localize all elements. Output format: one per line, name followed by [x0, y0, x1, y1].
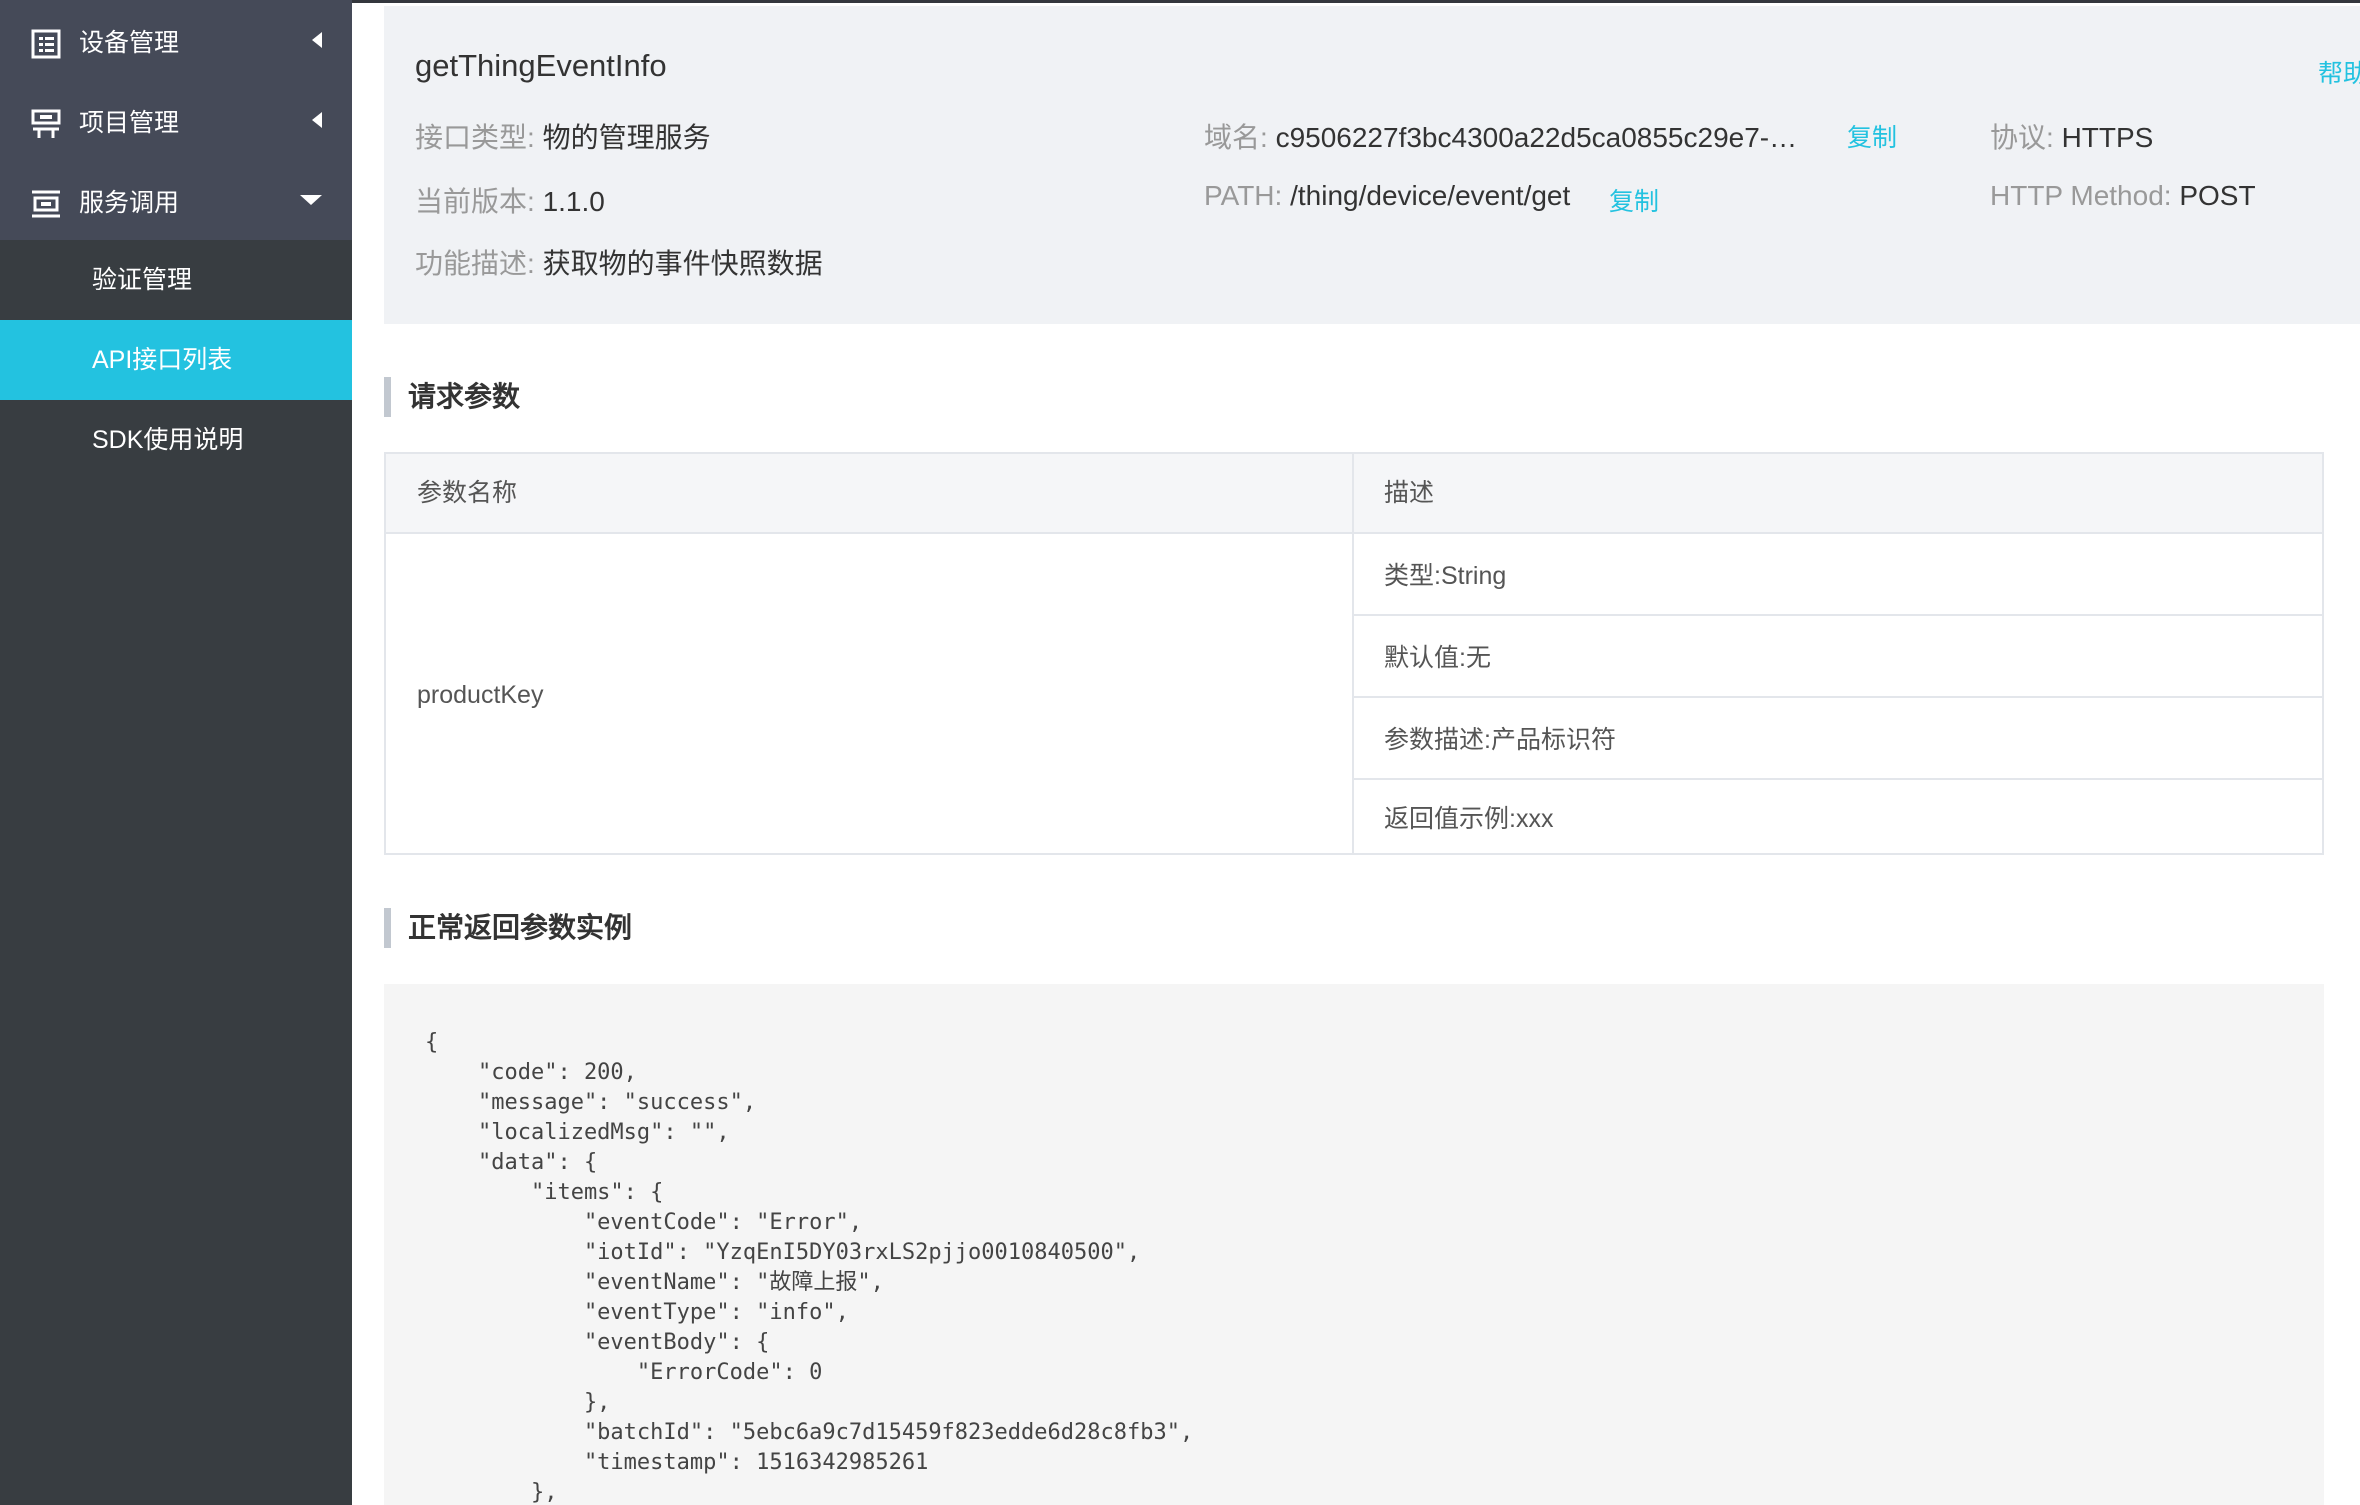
protocol-label: 协议: [1990, 122, 2054, 153]
caret-down-icon [300, 160, 322, 240]
domain-value: c9506227f3bc4300a22d5ca0855c29e7-… [1275, 122, 1798, 153]
table-header: 参数名称 描述 [386, 454, 2322, 534]
param-description: 参数描述:产品标识符 [1354, 696, 2322, 778]
sidebar-group-label: 设备管理 [79, 29, 180, 57]
column-header-param-name: 参数名称 [417, 479, 518, 507]
sidebar-item-api-list[interactable]: API接口列表 [0, 320, 352, 400]
api-info-panel: getThingEventInfo 帮助 接口类型: 物的管理服务 域名: c9… [384, 6, 2360, 324]
caret-left-icon [312, 80, 322, 160]
version-value: 1.1.0 [542, 186, 605, 217]
sidebar-item-auth-management[interactable]: 验证管理 [0, 240, 352, 320]
sidebar-group-label: 项目管理 [79, 109, 180, 137]
request-params-table: 参数名称 描述 productKey 类型:String 默认值:无 参数描述:… [384, 452, 2324, 855]
project-icon [31, 109, 61, 139]
device-list-icon [31, 29, 61, 59]
sidebar-group-service-call[interactable]: 服务调用 [0, 160, 352, 240]
http-method: HTTP Method: POST [1990, 180, 2256, 212]
function-description: 功能描述: 获取物的事件快照数据 [415, 242, 823, 282]
param-default-value: 默认值:无 [1354, 614, 2322, 696]
protocol-value: HTTPS [2061, 122, 2154, 153]
response-json-code: { "code": 200, "message": "success", "lo… [425, 1030, 1194, 1505]
response-code-block: { "code": 200, "message": "success", "lo… [384, 984, 2324, 1505]
description-label: 功能描述: [415, 248, 535, 279]
sidebar-group-device-management[interactable]: 设备管理 [0, 0, 352, 80]
interface-type-label: 接口类型: [415, 122, 535, 153]
domain-label: 域名: [1204, 122, 1268, 153]
copy-path-button[interactable]: 复制 [1609, 182, 1659, 218]
help-link[interactable]: 帮助 [2318, 54, 2360, 90]
response-example-heading: 正常返回参数实例 [384, 908, 632, 948]
caret-left-icon [312, 0, 322, 80]
param-name-cell: productKey [417, 681, 544, 709]
param-type: 类型:String [1384, 562, 1507, 590]
http-method-value: POST [2179, 180, 2256, 211]
copy-domain-button[interactable]: 复制 [1847, 118, 1897, 154]
column-header-description: 描述 [1384, 479, 1435, 507]
interface-type: 接口类型: 物的管理服务 [415, 116, 711, 156]
sidebar-group-label: 服务调用 [79, 189, 180, 217]
domain: 域名: c9506227f3bc4300a22d5ca0855c29e7-… [1204, 116, 1797, 156]
protocol: 协议: HTTPS [1990, 116, 2153, 156]
path-value: /thing/device/event/get [1290, 180, 1571, 211]
interface-type-value: 物的管理服务 [542, 122, 711, 153]
sidebar: 设备管理 项目管理 服务调用 验证管理 API接口列表 SDK使用说明 [0, 0, 352, 1505]
request-params-heading: 请求参数 [384, 377, 520, 417]
path: PATH: /thing/device/event/get [1204, 180, 1570, 212]
current-version: 当前版本: 1.1.0 [415, 180, 605, 220]
sidebar-group-project-management[interactable]: 项目管理 [0, 80, 352, 160]
version-label: 当前版本: [415, 186, 535, 217]
description-value: 获取物的事件快照数据 [542, 248, 823, 279]
top-bar [352, 0, 2360, 3]
param-return-example: 返回值示例:xxx [1354, 778, 2322, 853]
api-title: getThingEventInfo [415, 48, 667, 83]
http-method-label: HTTP Method: [1990, 180, 2172, 211]
service-icon [31, 189, 61, 219]
sidebar-item-sdk-guide[interactable]: SDK使用说明 [0, 400, 352, 480]
path-label: PATH: [1204, 180, 1283, 211]
